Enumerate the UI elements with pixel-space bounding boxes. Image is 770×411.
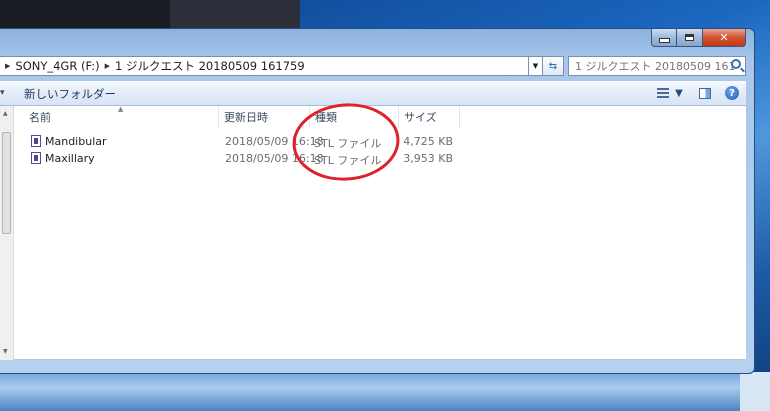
file-type: STL ファイル [314, 137, 382, 150]
column-header-row: 名前 ▲ 更新日時 種類 サイズ [14, 105, 746, 128]
command-toolbar: ▾ 新しいフォルダー ▼ ? [0, 81, 746, 106]
file-type: STL ファイル [314, 154, 382, 167]
chevron-down-icon[interactable]: ▼ [675, 88, 683, 99]
scroll-down-icon[interactable]: ▼ [3, 348, 8, 355]
column-header-type-label: 種類 [315, 111, 337, 124]
change-view-button[interactable]: ▼ [655, 85, 685, 101]
stl-file-icon [31, 135, 41, 147]
chevron-down-icon: ▼ [532, 62, 539, 70]
column-header-size[interactable]: サイズ [399, 106, 460, 128]
search-icon[interactable] [731, 59, 741, 69]
file-size: 4,725 KB [403, 135, 453, 148]
desktop-light-stripe [740, 372, 770, 411]
column-header-size-label: サイズ [404, 111, 437, 124]
file-size: 3,953 KB [403, 152, 453, 165]
desktop-bottom-area [0, 372, 770, 411]
address-bar[interactable]: ▶ SONY_4GR (F:) ▶ 1 ジルクエスト 20180509 1617… [0, 56, 529, 76]
search-box[interactable] [568, 56, 746, 76]
refresh-icon: ⇆ [548, 60, 558, 72]
file-modified: 2018/05/09 16:18 [225, 152, 324, 165]
help-icon: ? [725, 86, 739, 100]
breadcrumb-folder[interactable]: 1 ジルクエスト 20180509 161759 [115, 58, 305, 74]
maximize-icon [685, 34, 694, 41]
column-header-modified-label: 更新日時 [224, 111, 268, 124]
column-header-name[interactable]: 名前 ▲ [14, 105, 219, 128]
navigation-scrollbar[interactable]: ▲ ▼ [0, 106, 14, 360]
breadcrumb-separator-icon[interactable]: ▶ [5, 62, 10, 70]
caption-buttons: ✕ [651, 29, 746, 48]
sort-ascending-icon: ▲ [118, 105, 124, 113]
address-history-dropdown[interactable]: ▼ [529, 56, 543, 76]
file-content-pane: ▲ ▼ 名前 ▲ 更新日時 種類 サイズ Mandibular 2018/05/… [0, 105, 746, 360]
file-name: Maxillary [45, 152, 95, 165]
minimize-icon [658, 38, 670, 43]
stl-file-icon [31, 152, 41, 164]
close-button[interactable]: ✕ [703, 29, 746, 47]
file-row-mandibular[interactable]: Mandibular 2018/05/09 16:18 STL ファイル 4,7… [14, 133, 746, 150]
file-modified: 2018/05/09 16:18 [225, 135, 324, 148]
search-input[interactable] [575, 59, 735, 73]
maximize-button[interactable] [677, 29, 703, 47]
file-list: Mandibular 2018/05/09 16:18 STL ファイル 4,7… [14, 133, 746, 167]
preview-pane-button[interactable] [697, 85, 713, 101]
close-icon: ✕ [719, 31, 729, 44]
file-row-maxillary[interactable]: Maxillary 2018/05/09 16:18 STL ファイル 3,95… [14, 150, 746, 167]
view-list-icon [657, 88, 670, 98]
scrollbar-thumb[interactable] [2, 132, 11, 234]
column-header-modified[interactable]: 更新日時 [219, 106, 310, 128]
scroll-up-icon[interactable]: ▲ [3, 110, 8, 117]
minimize-button[interactable] [651, 29, 677, 47]
status-area [0, 360, 746, 373]
refresh-button[interactable]: ⇆ [543, 56, 564, 76]
breadcrumb-separator-icon[interactable]: ▶ [105, 62, 110, 70]
address-row: ▶ SONY_4GR (F:) ▶ 1 ジルクエスト 20180509 1617… [0, 54, 746, 78]
preview-pane-icon [699, 87, 711, 99]
column-header-type[interactable]: 種類 [310, 106, 399, 128]
breadcrumb-drive[interactable]: SONY_4GR (F:) [15, 59, 99, 73]
new-folder-button[interactable]: 新しいフォルダー [24, 86, 116, 102]
help-button[interactable]: ? [724, 85, 740, 101]
file-name: Mandibular [45, 135, 107, 148]
organize-menu-edge-icon[interactable]: ▾ [0, 88, 5, 98]
explorer-window: ✕ ▶ SONY_4GR (F:) ▶ 1 ジルクエスト 20180509 16… [0, 28, 755, 374]
column-header-name-label: 名前 [29, 111, 51, 124]
